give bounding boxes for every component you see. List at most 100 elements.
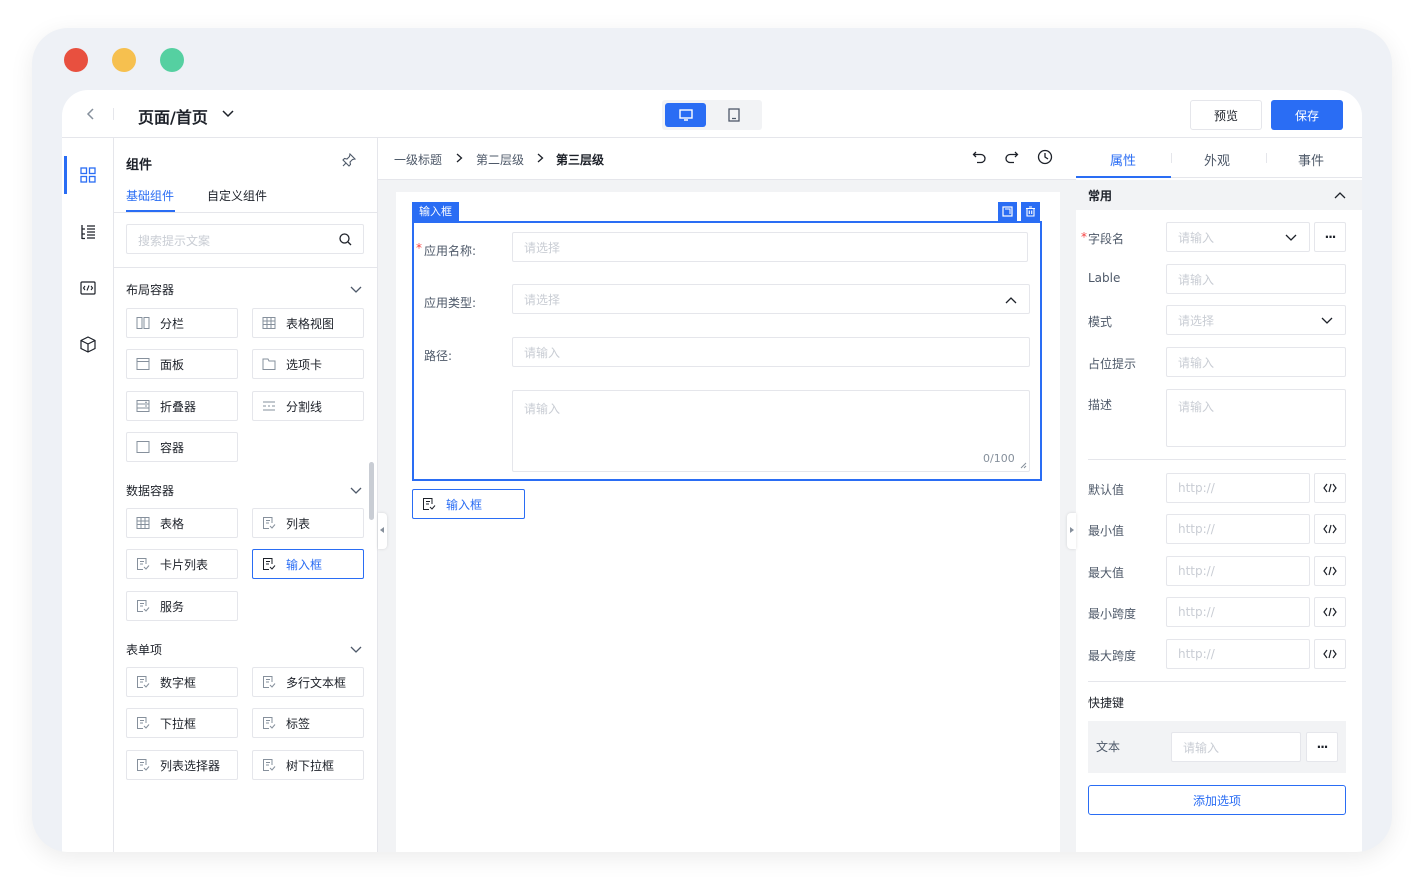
component-label: 容器	[160, 440, 185, 455]
tab-events[interactable]: 事件	[1298, 150, 1324, 169]
component-item[interactable]: 分割线	[252, 391, 364, 421]
pin-icon[interactable]	[342, 153, 356, 167]
save-button[interactable]: 保存	[1271, 100, 1343, 130]
outline-tree-icon[interactable]	[80, 224, 96, 240]
component-item[interactable]: 多行文本框	[252, 667, 364, 697]
code-button[interactable]	[1314, 639, 1346, 669]
components-nav-icon[interactable]	[80, 167, 96, 183]
code-button[interactable]	[1314, 597, 1346, 627]
section-header[interactable]: 常用	[1076, 180, 1362, 210]
resize-handle-icon[interactable]	[1020, 462, 1027, 469]
chevron-down-icon[interactable]	[350, 485, 362, 497]
tab-custom-components[interactable]: 自定义组件	[207, 187, 267, 204]
window-minimize-button[interactable]	[112, 48, 136, 72]
placeholder-input[interactable]: 请输入	[1166, 347, 1346, 377]
form-item-icon	[263, 717, 276, 729]
shortcut-input[interactable]: 请输入	[1171, 732, 1301, 762]
chevron-up-icon[interactable]	[1005, 296, 1017, 304]
component-item-selected[interactable]: 输入框	[252, 549, 364, 579]
field-name-select[interactable]: 请输入	[1166, 222, 1310, 252]
tab-basic-components[interactable]: 基础组件	[126, 187, 174, 204]
more-button[interactable]: ···	[1314, 222, 1346, 252]
add-option-button[interactable]: 添加选项	[1088, 785, 1346, 815]
search-icon[interactable]	[339, 233, 352, 246]
undo-icon[interactable]	[972, 150, 987, 164]
app-type-select[interactable]: 请选择	[512, 284, 1030, 314]
component-label: 输入框	[286, 557, 323, 572]
min-span-input[interactable]: http://	[1166, 597, 1310, 627]
tab-appearance[interactable]: 外观	[1204, 150, 1230, 169]
component-item[interactable]: 服务	[126, 591, 238, 621]
window-close-button[interactable]	[64, 48, 88, 72]
collapse-left-handle[interactable]	[378, 513, 387, 549]
preview-button[interactable]: 预览	[1190, 100, 1262, 130]
label-field-name: 字段名	[1088, 232, 1125, 246]
code-button[interactable]	[1314, 556, 1346, 586]
component-item[interactable]: 容器	[126, 432, 238, 462]
chevron-down-icon[interactable]	[222, 110, 234, 118]
component-item[interactable]: 下拉框	[126, 708, 238, 738]
package-icon[interactable]	[80, 336, 96, 353]
delete-button[interactable]	[1021, 202, 1040, 221]
component-item[interactable]: 面板	[126, 349, 238, 379]
mode-select[interactable]: 请选择	[1166, 305, 1346, 335]
code-button[interactable]	[1314, 473, 1346, 503]
chevron-down-icon[interactable]	[1285, 234, 1297, 242]
tablet-view-button[interactable]	[728, 108, 740, 122]
component-label: 树下拉框	[286, 758, 335, 773]
min-value-input[interactable]: http://	[1166, 514, 1310, 544]
component-label: 列表	[286, 516, 311, 531]
component-item[interactable]: 分栏	[126, 308, 238, 338]
page-title[interactable]: 页面/首页	[138, 104, 208, 128]
more-icon: ···	[1316, 740, 1329, 754]
chevron-down-icon[interactable]	[350, 284, 362, 296]
component-item[interactable]: 列表	[252, 508, 364, 538]
component-item[interactable]: 折叠器	[126, 391, 238, 421]
device-switch	[662, 100, 762, 130]
section-title-data[interactable]: 数据容器	[126, 482, 174, 499]
collapse-right-handle[interactable]	[1067, 513, 1076, 549]
lable-input[interactable]: 请输入	[1166, 264, 1346, 294]
component-label: 表格	[160, 516, 185, 531]
component-item[interactable]: 数字框	[126, 667, 238, 697]
selected-form-container[interactable]: * 应用名称: 请选择 应用类型: 请选择 路径: 请输入 请输入 0/100	[412, 221, 1042, 481]
max-span-input[interactable]: http://	[1166, 639, 1310, 669]
tab-properties[interactable]: 属性	[1110, 150, 1136, 169]
textarea[interactable]: 请输入 0/100	[512, 390, 1030, 472]
desktop-view-button[interactable]	[665, 103, 706, 127]
search-input[interactable]: 搜索提示文案	[126, 224, 364, 254]
dragging-component[interactable]: 输入框	[412, 489, 525, 519]
top-bar: 页面/首页 预览 保存	[62, 90, 1362, 138]
section-title-layout[interactable]: 布局容器	[126, 281, 174, 298]
properties-panel: 属性 外观 事件 常用 * 字段名 请输入 ··· Lable 请输入 模式 请…	[1076, 138, 1362, 852]
component-item[interactable]: 表格视图	[252, 308, 364, 338]
copy-button[interactable]	[998, 202, 1017, 221]
back-icon[interactable]	[86, 108, 96, 120]
component-item[interactable]: 表格	[126, 508, 238, 538]
window-zoom-button[interactable]	[160, 48, 184, 72]
history-icon[interactable]	[1037, 149, 1053, 165]
more-button[interactable]: ···	[1306, 732, 1338, 762]
chevron-up-icon[interactable]	[1334, 191, 1346, 199]
char-count: 0/100	[983, 452, 1015, 465]
app-name-select[interactable]: 请选择	[512, 232, 1028, 262]
component-item[interactable]: 列表选择器	[126, 750, 238, 780]
max-value-input[interactable]: http://	[1166, 556, 1310, 586]
redo-icon[interactable]	[1004, 150, 1019, 164]
default-value-input[interactable]: http://	[1166, 473, 1310, 503]
breadcrumb-item[interactable]: 一级标题	[394, 151, 442, 168]
scrollbar-thumb[interactable]	[369, 462, 374, 520]
component-item[interactable]: 树下拉框	[252, 750, 364, 780]
component-item[interactable]: 卡片列表	[126, 549, 238, 579]
breadcrumb-item[interactable]: 第二层级	[476, 151, 524, 168]
description-textarea[interactable]: 请输入	[1166, 389, 1346, 447]
code-icon[interactable]	[80, 281, 96, 295]
section-title-form[interactable]: 表单项	[126, 641, 162, 658]
path-input[interactable]: 请输入	[512, 337, 1030, 367]
component-item[interactable]: 选项卡	[252, 349, 364, 379]
code-button[interactable]	[1314, 514, 1346, 544]
chevron-down-icon[interactable]	[350, 644, 362, 656]
chevron-down-icon[interactable]	[1321, 317, 1333, 325]
editor-app: 页面/首页 预览 保存 组件 基础组件 自定义组件 搜索提示文案 布局容器 分栏…	[62, 90, 1362, 852]
component-item[interactable]: 标签	[252, 708, 364, 738]
